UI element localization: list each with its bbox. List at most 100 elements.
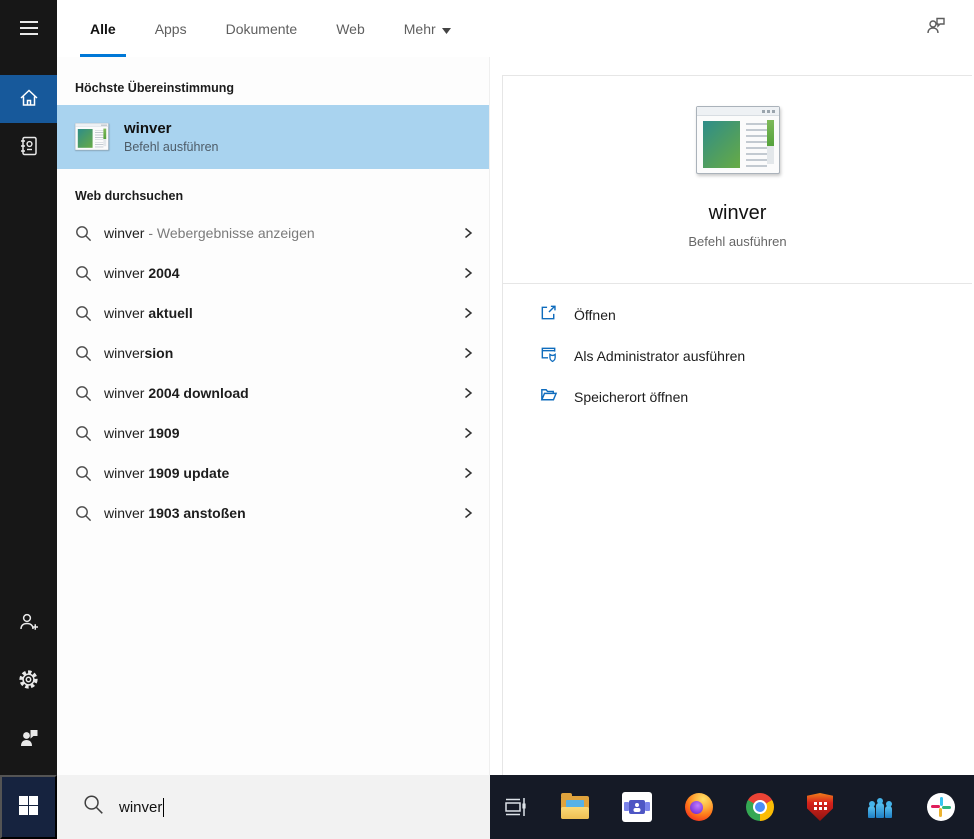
action-label: Als Administrator ausführen — [574, 347, 746, 364]
chevron-right-icon[interactable] — [461, 426, 475, 440]
gear-icon — [17, 668, 40, 694]
chevron-right-icon[interactable] — [461, 386, 475, 400]
feedback-button[interactable] — [0, 715, 57, 763]
home-icon — [17, 86, 41, 113]
windows-search-flyout: Alle Apps Dokumente Web Mehr Höchste Übe… — [0, 0, 974, 839]
admin-shield-icon — [539, 344, 558, 368]
preview-card: winver Befehl ausführen Öffnen Als Admin… — [502, 75, 972, 775]
search-sidebar — [0, 0, 57, 775]
firefox-icon[interactable] — [685, 793, 713, 821]
preview-pane: winver Befehl ausführen Öffnen Als Admin… — [490, 57, 974, 775]
suggestion-text: winver 2004 — [104, 265, 180, 281]
search-suggestion[interactable]: winver 1903 anstoßen — [57, 493, 489, 533]
notebook-button[interactable] — [0, 123, 57, 171]
suggestion-text: winver 1909 update — [104, 465, 230, 481]
suggestion-text: winver aktuell — [104, 305, 193, 321]
tab-label: Web — [336, 20, 365, 37]
search-icon — [75, 465, 93, 482]
search-icon — [75, 225, 93, 242]
search-suggestion[interactable]: winver aktuell — [57, 293, 489, 333]
winver-app-icon-small — [75, 123, 109, 151]
person-add-icon — [17, 610, 41, 637]
chevron-right-icon[interactable] — [461, 506, 475, 520]
suggestion-text: winver 2004 download — [104, 385, 249, 401]
tab-alle[interactable]: Alle — [80, 0, 126, 57]
preview-subtitle: Befehl ausführen — [688, 234, 787, 249]
windows-logo-icon — [19, 796, 38, 818]
action-open-file-location[interactable]: Speicherort öffnen — [539, 376, 972, 417]
suggestion-text: winversion — [104, 345, 174, 361]
search-suggestion[interactable]: winver - Webergebnisse anzeigen — [57, 213, 489, 253]
suggestion-text: winver 1903 anstoßen — [104, 505, 246, 521]
tabs: Alle Apps Dokumente Web Mehr — [80, 0, 453, 57]
web-search-header: Web durchsuchen — [75, 189, 184, 203]
search-suggestion[interactable]: winver 1909 — [57, 413, 489, 453]
tab-apps[interactable]: Apps — [153, 0, 189, 57]
text-caret — [163, 797, 165, 817]
search-icon — [75, 305, 93, 322]
task-view-icon[interactable] — [502, 794, 528, 820]
chevron-right-icon[interactable] — [461, 306, 475, 320]
search-icon — [75, 265, 93, 282]
search-suggestion[interactable]: winversion — [57, 333, 489, 373]
action-open[interactable]: Öffnen — [539, 294, 972, 335]
action-label: Öffnen — [574, 306, 616, 323]
preview-actions: Öffnen Als Administrator ausführen Speic… — [503, 284, 972, 417]
chevron-right-icon[interactable] — [461, 266, 475, 280]
security-shield-icon[interactable] — [807, 793, 833, 821]
best-match-header: Höchste Übereinstimmung — [75, 81, 235, 95]
hamburger-icon — [19, 20, 39, 39]
account-button[interactable] — [0, 599, 57, 647]
start-button[interactable] — [0, 775, 57, 839]
search-suggestion[interactable]: winver 2004 — [57, 253, 489, 293]
tab-mehr[interactable]: Mehr — [402, 0, 453, 57]
search-icon — [75, 425, 93, 442]
search-input-value[interactable]: winver — [119, 799, 162, 816]
best-match-result[interactable]: winver Befehl ausführen — [57, 105, 489, 169]
tab-label: Dokumente — [225, 20, 298, 37]
chevron-right-icon[interactable] — [461, 466, 475, 480]
chevron-down-icon — [441, 21, 451, 37]
best-match-texts: winver Befehl ausführen — [124, 120, 219, 154]
topbar-right — [924, 0, 974, 57]
search-icon — [75, 505, 93, 522]
person-feedback-icon — [17, 726, 41, 753]
tab-label: Alle — [90, 20, 116, 37]
suggestion-text: winver 1909 — [104, 425, 180, 441]
chrome-icon[interactable] — [746, 793, 774, 821]
search-suggestion[interactable]: winver 1909 update — [57, 453, 489, 493]
open-folder-icon — [539, 385, 558, 409]
sidebar-bottom-group — [0, 599, 57, 763]
tab-dokumente[interactable]: Dokumente — [224, 0, 300, 57]
home-button[interactable] — [0, 75, 57, 123]
action-label: Speicherort öffnen — [574, 388, 689, 405]
file-explorer-icon[interactable] — [561, 792, 589, 819]
user-feedback-icon[interactable] — [924, 14, 948, 43]
open-icon — [539, 303, 558, 327]
results-panel: Höchste Übereinstimmung winver Befehl au… — [57, 57, 490, 775]
chevron-right-icon[interactable] — [461, 226, 475, 240]
action-run-as-admin[interactable]: Als Administrator ausführen — [539, 335, 972, 376]
notebook-icon — [17, 134, 41, 161]
teams-icon[interactable] — [622, 792, 652, 822]
winver-app-icon-large — [695, 106, 780, 174]
search-icon — [75, 345, 93, 362]
taskbar-search-box[interactable]: winver — [57, 775, 490, 839]
search-icon — [75, 385, 93, 402]
menu-button[interactable] — [0, 5, 57, 53]
tab-label: Mehr — [403, 20, 436, 37]
search-tab-bar: Alle Apps Dokumente Web Mehr — [57, 0, 974, 57]
tab-label: Apps — [154, 20, 187, 37]
search-icon — [83, 794, 104, 820]
best-match-title: winver — [124, 120, 172, 137]
preview-title: winver — [708, 202, 767, 224]
chevron-right-icon[interactable] — [461, 346, 475, 360]
slack-icon[interactable] — [927, 793, 955, 821]
suggestion-text: winver - Webergebnisse anzeigen — [104, 225, 315, 241]
taskbar — [490, 775, 974, 839]
collaboration-people-icon[interactable] — [866, 793, 894, 821]
tab-web[interactable]: Web — [334, 0, 367, 57]
search-suggestion[interactable]: winver 2004 download — [57, 373, 489, 413]
settings-button[interactable] — [0, 657, 57, 705]
best-match-subtitle: Befehl ausführen — [124, 140, 219, 154]
